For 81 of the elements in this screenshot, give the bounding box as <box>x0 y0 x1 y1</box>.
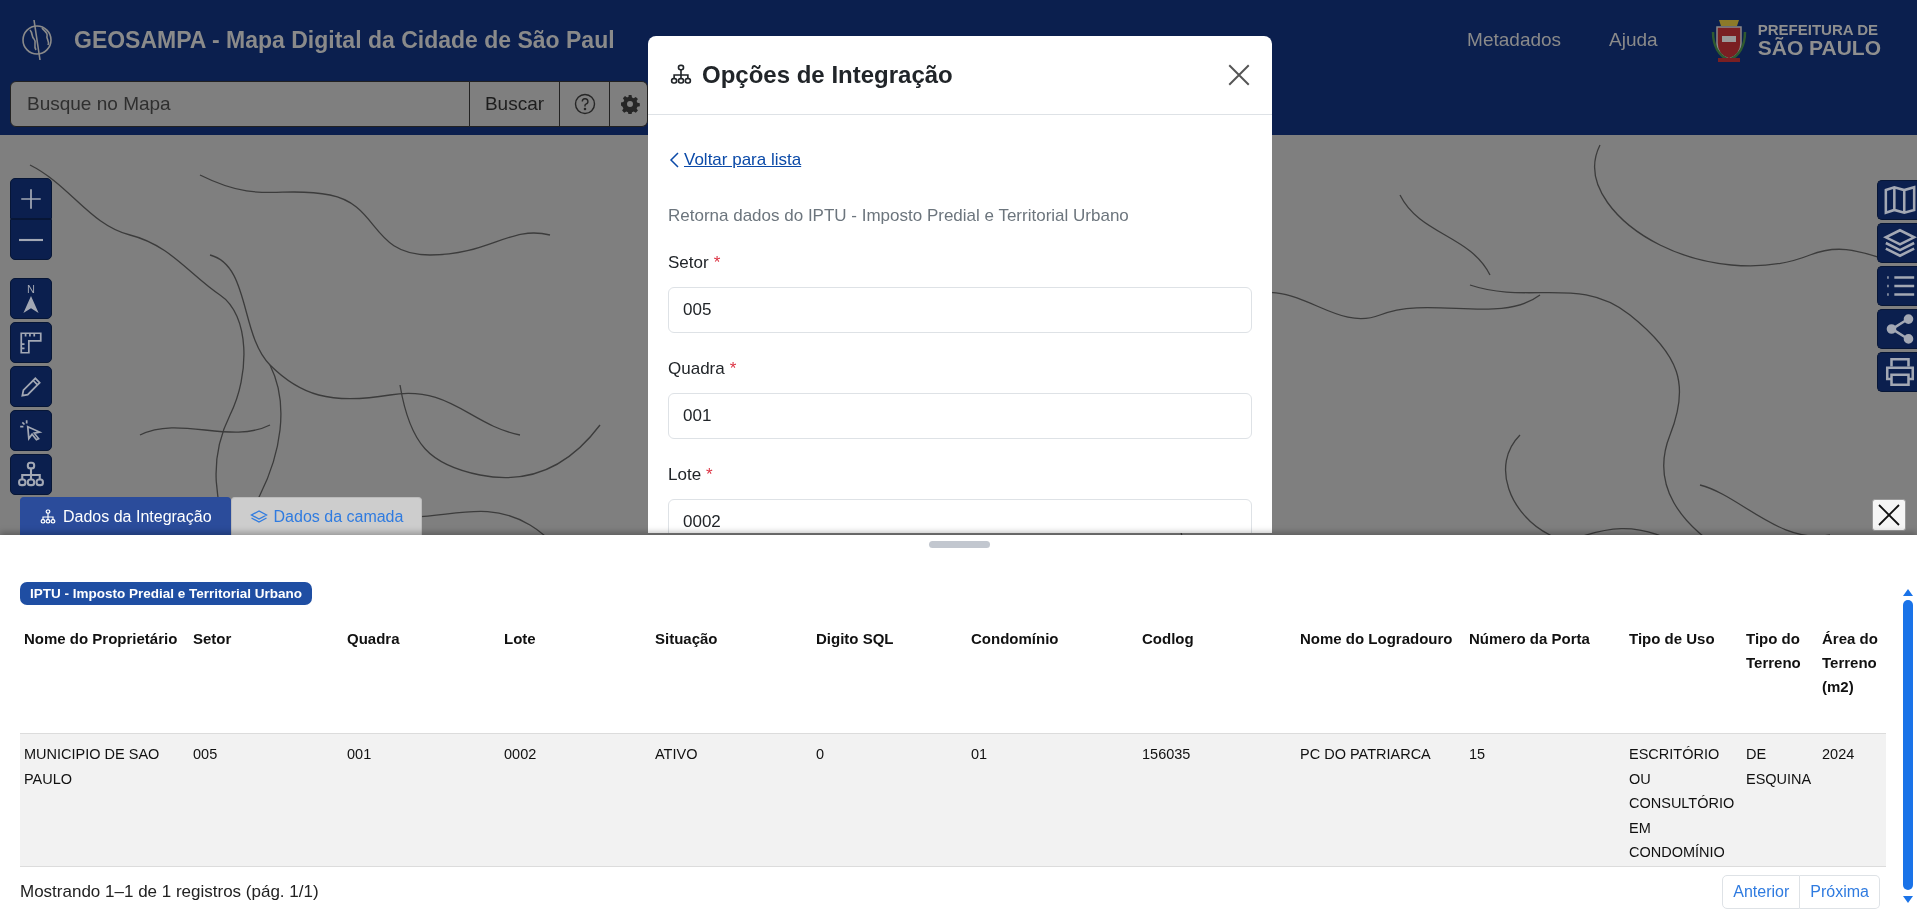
field-label: Lote <box>668 465 702 485</box>
layers-icon <box>249 508 268 525</box>
column-header: Condomínio <box>967 623 1138 734</box>
zoom-out-button[interactable] <box>10 219 52 260</box>
org-chart-icon <box>668 64 694 86</box>
nav-link[interactable]: Metadados <box>1467 29 1562 51</box>
help-button[interactable] <box>560 81 610 127</box>
tab[interactable]: Dados da Integração <box>20 497 231 535</box>
scrollbar[interactable] <box>1901 587 1915 905</box>
field-label: Setor <box>668 253 709 273</box>
modal-title: Opções de Integração <box>702 61 954 89</box>
table-cell: 01 <box>967 733 1138 867</box>
table-cell: ATIVO <box>651 733 812 867</box>
org-chart-icon <box>39 508 57 525</box>
table-cell: DE ESQUINA <box>1742 733 1818 867</box>
column-header: Tipo de Uso <box>1625 623 1742 734</box>
pointer-button[interactable] <box>10 410 52 451</box>
column-header: Quadra <box>343 623 500 734</box>
required-mark: * <box>706 465 713 485</box>
integration-button[interactable] <box>10 454 52 495</box>
record-count-text: Mostrando 1–1 de 1 registros (pág. 1/1) <box>20 882 319 902</box>
globe-icon <box>20 18 54 62</box>
layers-button[interactable] <box>1877 223 1917 263</box>
close-icon[interactable] <box>1226 62 1252 88</box>
table-cell: 001 <box>343 733 500 867</box>
table-cell: PC DO PATRIARCA <box>1296 733 1465 867</box>
input-field[interactable]: 0002 <box>668 499 1252 533</box>
zoom-out-icon <box>18 237 44 242</box>
table-cell: 005 <box>189 733 343 867</box>
map-icon <box>1882 183 1917 217</box>
column-header: Nome do Proprietário <box>20 623 189 734</box>
search-field[interactable]: Busque no Mapa <box>10 81 470 127</box>
table-cell: 15 <box>1465 733 1625 867</box>
table-cell: MUNICIPIO DE SAO PAULO <box>20 733 189 867</box>
list-button[interactable] <box>1877 266 1917 306</box>
logo-text: PREFEITURA DE <box>1757 22 1879 37</box>
pointer-icon <box>18 417 44 444</box>
table-cell: 0002 <box>500 733 651 867</box>
map-button[interactable] <box>1877 180 1917 220</box>
org-chart-icon <box>17 460 45 489</box>
column-header: Situação <box>651 623 812 734</box>
zoom-in-button[interactable] <box>10 178 52 219</box>
ruler-button[interactable] <box>10 322 52 363</box>
north-arrow-button[interactable]: N <box>10 278 52 319</box>
app-title: GEOSAMPA - Mapa Digital da Cidade de São Paul <box>74 26 615 54</box>
field-label: Quadra <box>668 359 725 379</box>
description-text: Retorna dados do IPTU - Imposto Predial e Territorial Urbano <box>668 206 1130 226</box>
layers-icon <box>1882 226 1917 260</box>
print-button[interactable] <box>1877 352 1917 392</box>
column-header: Nome do Logradouro <box>1296 623 1465 734</box>
back-link[interactable]: Voltar para lista <box>668 150 802 170</box>
close-icon <box>1877 503 1901 527</box>
pagination-button[interactable]: Próxima <box>1800 875 1880 909</box>
settings-button[interactable] <box>610 81 648 127</box>
input-field[interactable]: 001 <box>668 393 1252 439</box>
table-cell: 2024 <box>1818 733 1886 867</box>
layer-badge: IPTU - Imposto Predial e Territorial Urbano <box>20 582 313 605</box>
column-header: Número da Porta <box>1465 623 1625 734</box>
column-header: Setor <box>189 623 343 734</box>
table-cell: 156035 <box>1138 733 1296 867</box>
chevron-left-icon <box>668 151 682 169</box>
nav-link[interactable]: Ajuda <box>1609 29 1658 51</box>
table-cell: 0 <box>812 733 967 867</box>
pagination-button[interactable]: Anterior <box>1722 875 1801 909</box>
gear-icon <box>620 94 640 114</box>
ruler-icon <box>18 329 44 356</box>
search-button[interactable]: Buscar <box>470 81 560 127</box>
share-button[interactable] <box>1877 309 1917 349</box>
column-header: Área do Terreno (m2) <box>1818 623 1886 734</box>
required-mark: * <box>713 253 721 273</box>
column-header: Codlog <box>1138 623 1296 734</box>
required-mark: * <box>729 359 737 379</box>
column-header: Lote <box>500 623 651 734</box>
help-icon <box>573 93 596 115</box>
pencil-button[interactable] <box>10 366 52 407</box>
input-field[interactable]: 005 <box>668 287 1252 333</box>
column-header: Digito SQL <box>812 623 967 734</box>
close-button[interactable] <box>1872 499 1906 531</box>
drag-handle[interactable] <box>929 541 990 548</box>
table-cell: ESCRITÓRIO OU CONSULTÓRIO EM CONDOMÍNIO <box>1625 733 1742 867</box>
column-header: Tipo do Terreno <box>1742 623 1818 734</box>
